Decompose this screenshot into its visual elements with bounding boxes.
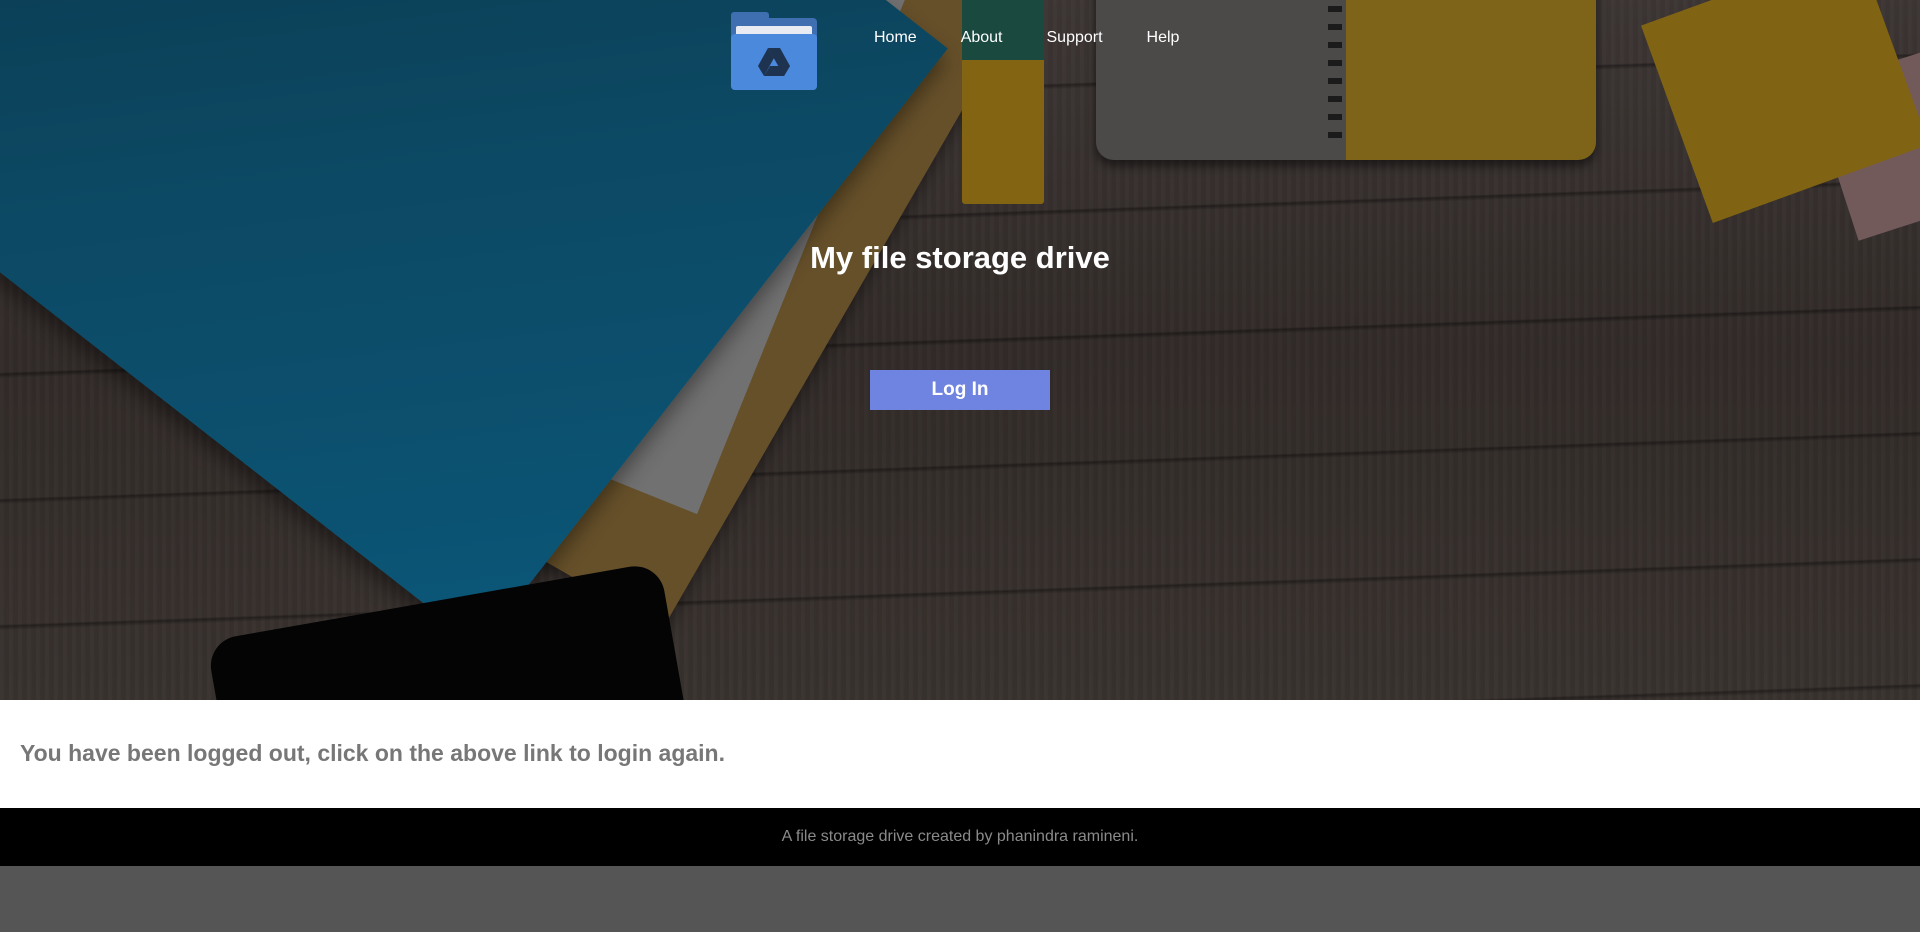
hero-section: Home About Support Help My file storage … <box>0 0 1920 700</box>
nav-about[interactable]: About <box>961 28 1003 48</box>
hero-overlay <box>0 0 1920 700</box>
nav-help[interactable]: Help <box>1147 28 1180 48</box>
main-nav: Home About Support Help <box>874 28 1179 48</box>
drive-folder-icon[interactable] <box>731 12 817 90</box>
logout-message: You have been logged out, click on the a… <box>20 740 725 766</box>
nav-home[interactable]: Home <box>874 28 917 48</box>
footer: A file storage drive created by phanindr… <box>0 808 1920 866</box>
footer-credit: A file storage drive created by phanindr… <box>781 828 1139 845</box>
message-section: You have been logged out, click on the a… <box>0 700 1920 808</box>
page-title: My file storage drive <box>810 240 1110 275</box>
login-button[interactable]: Log In <box>870 370 1050 410</box>
page-background <box>0 866 1920 932</box>
nav-support[interactable]: Support <box>1047 28 1103 48</box>
